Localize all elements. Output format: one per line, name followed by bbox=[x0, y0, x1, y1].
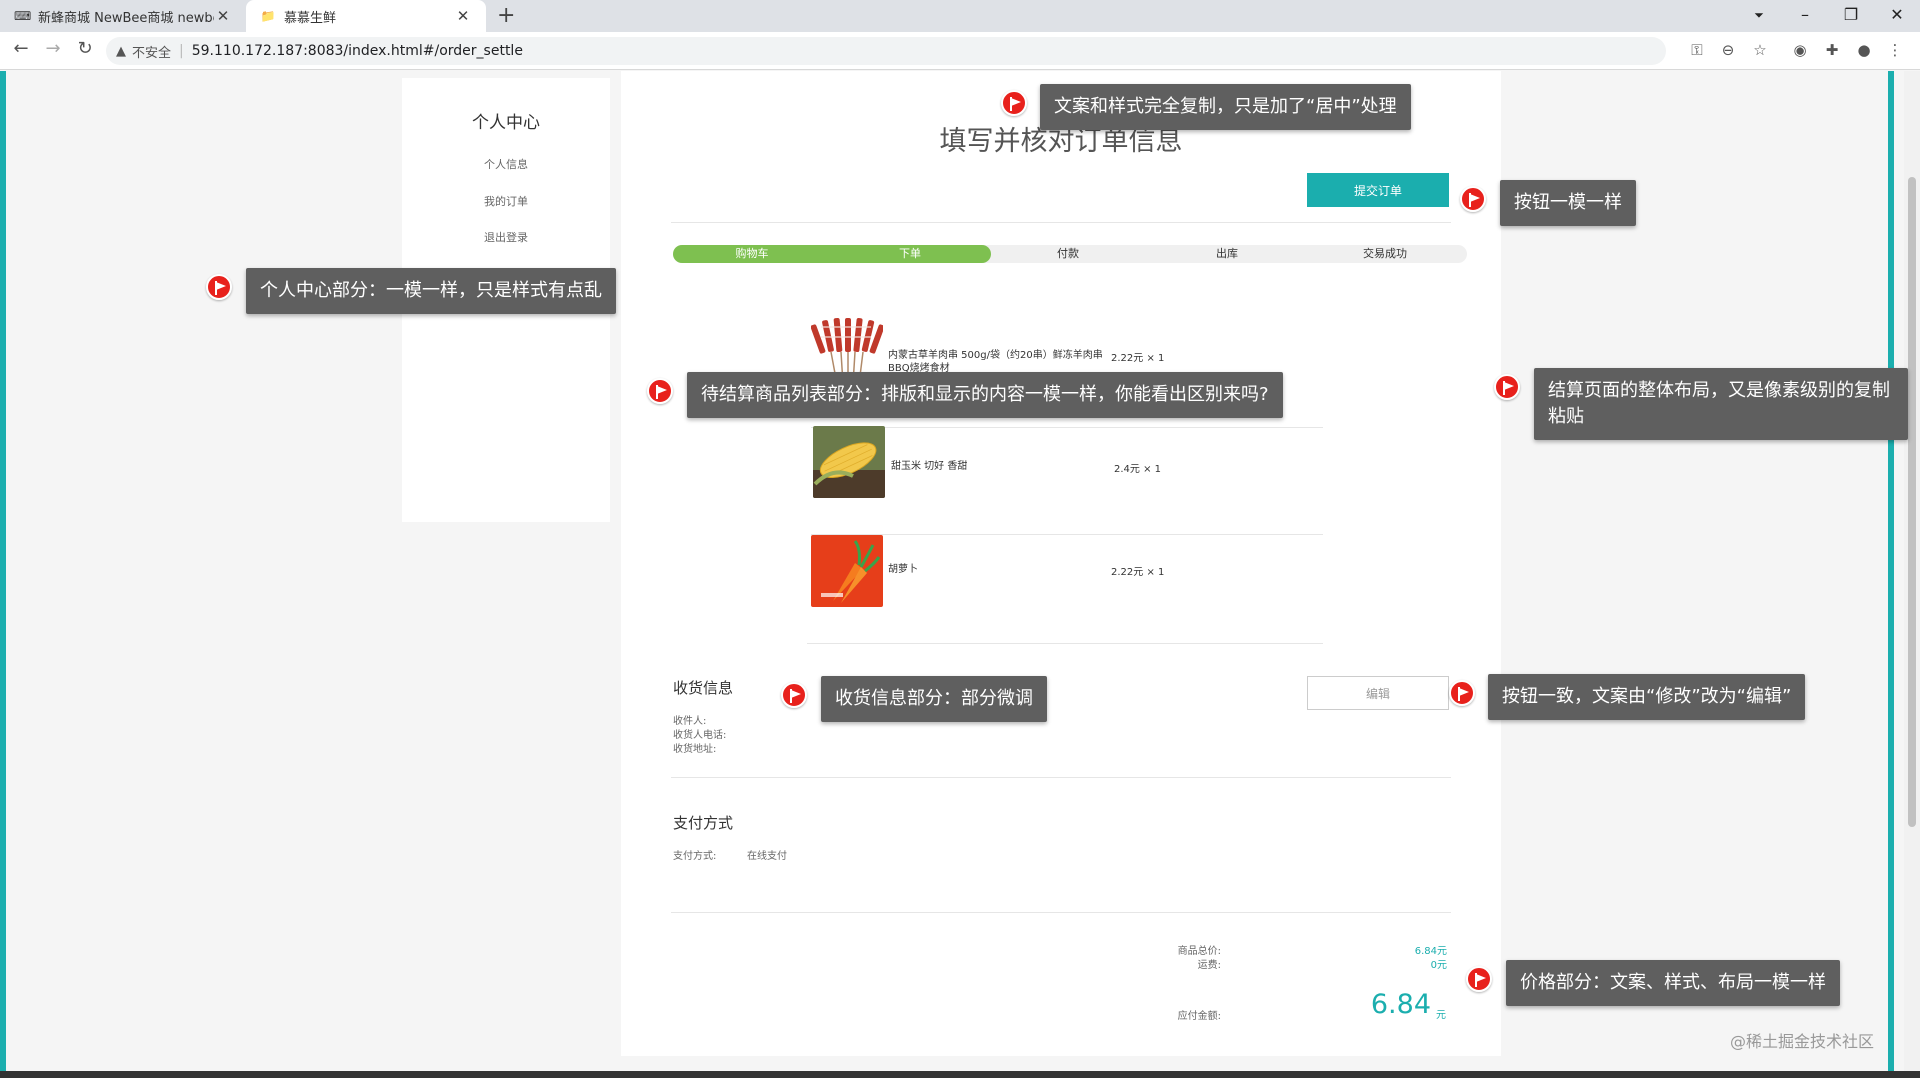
security-label: 不安全 bbox=[132, 45, 172, 61]
tab-title: 慕慕生鲜 bbox=[284, 10, 337, 26]
page-scrollbar[interactable] bbox=[1904, 71, 1920, 1071]
payment-method-label: 支付方式: bbox=[673, 851, 717, 862]
goods-total-value: 6.84元 bbox=[1414, 946, 1447, 957]
url-text: 59.110.172.187:8083/index.html#/order_se… bbox=[191, 43, 523, 59]
annotation-goods-list: 待结算商品列表部分：排版和显示的内容一模一样，你能看出区别来吗? bbox=[687, 372, 1283, 418]
minimize-button[interactable]: – bbox=[1782, 0, 1828, 32]
close-tab-icon[interactable]: ✕ bbox=[454, 7, 472, 25]
receiver-phone-label: 收货人电话: bbox=[673, 730, 727, 741]
divider bbox=[671, 222, 1451, 223]
corn-image bbox=[813, 426, 885, 498]
annotation-title: 文案和样式完全复制，只是加了“居中”处理 bbox=[1040, 84, 1411, 130]
flag-icon bbox=[1001, 90, 1027, 116]
progress-step-cart: 购物车 bbox=[735, 247, 769, 260]
keyboard-favicon-icon: ⌨ bbox=[14, 9, 32, 23]
receiver-address-label: 收货地址: bbox=[673, 744, 717, 755]
goods-name: 甜玉米 切好 香甜 bbox=[891, 461, 968, 472]
scrollbar-thumb[interactable] bbox=[1908, 177, 1916, 827]
watermark: @稀土掘金技术社区 bbox=[1730, 1032, 1875, 1051]
menu-icon[interactable]: ⋮ bbox=[1884, 41, 1906, 59]
goods-price: 2.4元 × 1 bbox=[1114, 464, 1162, 475]
order-progress-bar: 购物车 下单 付款 出库 交易成功 bbox=[673, 245, 1467, 263]
payment-method-value: 在线支付 bbox=[747, 851, 787, 862]
tab-title: 新蜂商城 NewBee商城 newbee bbox=[38, 10, 214, 26]
back-icon[interactable]: ← bbox=[8, 38, 34, 59]
annotation-price: 价格部分：文案、样式、布局一模一样 bbox=[1506, 960, 1840, 1006]
shipping-fee-value: 0元 bbox=[1430, 960, 1447, 971]
payable-amount: 6.84 bbox=[1370, 989, 1431, 1020]
annotation-shipping: 收货信息部分：部分微调 bbox=[821, 676, 1047, 722]
carrot-image bbox=[811, 535, 883, 607]
sidebar-item-profile[interactable]: 个人信息 bbox=[402, 156, 610, 172]
goods-total-label: 商品总价: bbox=[1177, 946, 1221, 957]
annotation-sidebar: 个人中心部分：一模一样，只是样式有点乱 bbox=[246, 268, 616, 314]
folder-favicon-icon: 📁 bbox=[260, 9, 276, 23]
left-accent-bar bbox=[0, 71, 6, 1071]
flag-icon bbox=[1449, 680, 1475, 706]
goods-name: 胡萝卜 bbox=[888, 564, 918, 575]
flag-icon bbox=[1494, 374, 1520, 400]
zoom-icon[interactable]: ⊖ bbox=[1717, 41, 1739, 59]
list-item: 胡萝卜 2.22元 × 1 bbox=[811, 535, 1323, 615]
address-input[interactable]: ▲ 不安全 | 59.110.172.187:8083/index.html#/… bbox=[106, 37, 1666, 65]
browser-tab-bar: ⌨ 新蜂商城 NewBee商城 newbee ✕ 📁 慕慕生鲜 ✕ + ⏷ – … bbox=[0, 0, 1920, 32]
tab-mumu[interactable]: 📁 慕慕生鲜 ✕ bbox=[246, 0, 486, 32]
goods-price: 2.22元 × 1 bbox=[1111, 353, 1165, 364]
tab-search-icon[interactable]: ⏷ bbox=[1736, 0, 1782, 32]
forward-icon[interactable]: → bbox=[40, 38, 66, 59]
progress-step-pay: 付款 bbox=[1057, 247, 1079, 260]
receiver-label: 收件人: bbox=[673, 716, 707, 727]
list-item: 甜玉米 切好 香甜 2.4元 × 1 bbox=[811, 426, 1323, 506]
omnibox-divider: | bbox=[179, 43, 184, 59]
key-icon[interactable]: ⚿ bbox=[1686, 41, 1708, 59]
bottom-edge bbox=[0, 1071, 1920, 1078]
tab-newbee[interactable]: ⌨ 新蜂商城 NewBee商城 newbee ✕ bbox=[0, 0, 246, 32]
new-tab-button[interactable]: + bbox=[497, 3, 515, 28]
edit-address-button[interactable]: 编辑 bbox=[1307, 676, 1449, 710]
reload-icon[interactable]: ↻ bbox=[72, 38, 98, 59]
payable-label: 应付金额: bbox=[1177, 1011, 1221, 1022]
divider bbox=[671, 777, 1451, 778]
sidebar-item-logout[interactable]: 退出登录 bbox=[402, 229, 610, 245]
address-toolbar: ← → ↻ ▲ 不安全 | 59.110.172.187:8083/index.… bbox=[0, 32, 1920, 70]
payable-unit: 元 bbox=[1436, 1010, 1446, 1021]
close-tab-icon[interactable]: ✕ bbox=[214, 7, 232, 25]
annotation-layout: 结算页面的整体布局，又是像素级别的复制粘贴 bbox=[1534, 368, 1908, 440]
submit-order-button[interactable]: 提交订单 bbox=[1307, 173, 1449, 207]
flag-icon bbox=[647, 378, 673, 404]
payment-title: 支付方式 bbox=[673, 814, 734, 832]
flag-icon bbox=[1466, 966, 1492, 992]
progress-step-done: 交易成功 bbox=[1363, 247, 1407, 260]
goods-price: 2.22元 × 1 bbox=[1111, 567, 1165, 578]
order-settle-panel: 填写并核对订单信息 提交订单 购物车 下单 付款 出库 交易成功 内蒙古草羊肉串… bbox=[621, 71, 1501, 1056]
sidebar-title: 个人中心 bbox=[472, 113, 540, 133]
sidebar-item-orders[interactable]: 我的订单 bbox=[402, 193, 610, 209]
warning-icon: ▲ bbox=[116, 43, 126, 59]
puzzle-icon[interactable]: ✚ bbox=[1821, 41, 1843, 59]
restore-button[interactable]: ❐ bbox=[1828, 0, 1874, 32]
flag-icon bbox=[206, 274, 232, 300]
divider bbox=[671, 912, 1451, 913]
close-window-button[interactable]: ✕ bbox=[1874, 0, 1920, 32]
star-icon[interactable]: ☆ bbox=[1749, 41, 1771, 59]
annotation-edit-button: 按钮一致，文案由“修改”改为“编辑” bbox=[1488, 674, 1806, 720]
right-accent-bar bbox=[1888, 71, 1894, 1071]
progress-step-ship: 出库 bbox=[1216, 247, 1238, 260]
extension-icon[interactable]: ◉ bbox=[1789, 41, 1811, 59]
annotation-submit-button: 按钮一模一样 bbox=[1500, 180, 1636, 226]
profile-icon[interactable]: ● bbox=[1853, 41, 1875, 59]
flag-icon bbox=[1460, 186, 1486, 212]
flag-icon bbox=[781, 682, 807, 708]
divider bbox=[807, 643, 1323, 644]
progress-step-order: 下单 bbox=[899, 247, 921, 260]
shipping-fee-label: 运费: bbox=[1197, 960, 1221, 971]
shipping-title: 收货信息 bbox=[673, 679, 734, 697]
